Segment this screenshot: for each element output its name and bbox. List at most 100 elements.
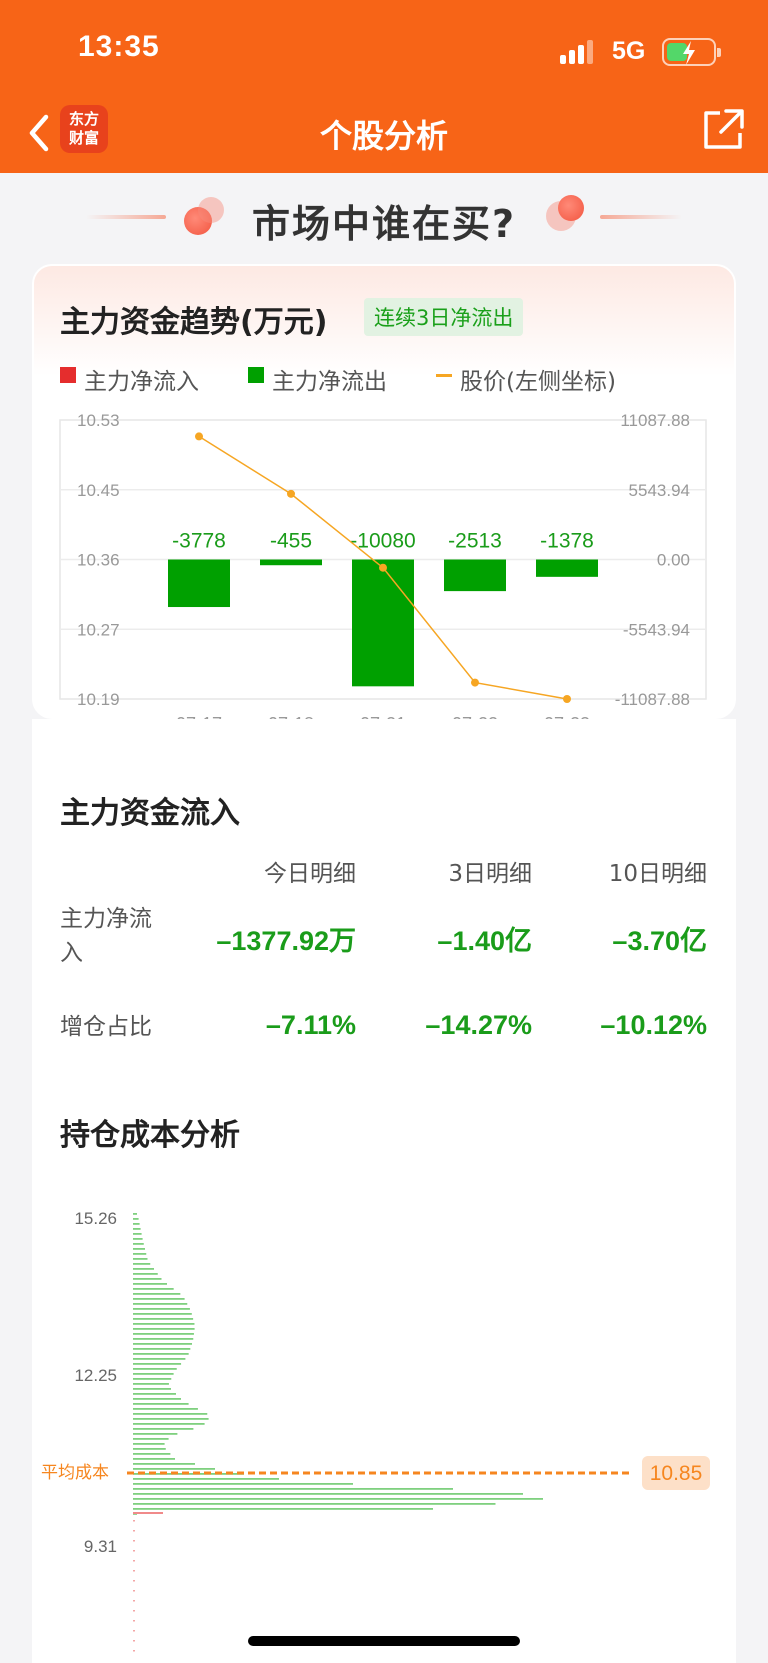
cost-distribution-bar [133,1228,141,1230]
holding-cost-title: 持仓成本分析 [60,1118,240,1153]
cost-distribution-bar [133,1318,194,1320]
cost-distribution-tick [133,1550,135,1552]
cost-distribution-bar [133,1493,523,1495]
col-header-10day: 10日明细 [608,861,707,887]
cost-distribution-bar [133,1238,143,1240]
left-axis-tick: 10.36 [77,551,120,570]
position-ratio-3day: –14.27% [425,1010,532,1040]
cost-distribution-bar [133,1483,353,1485]
left-axis-tick: 10.19 [77,690,120,709]
cost-distribution-bar [133,1423,205,1425]
left-axis-tick: 10.27 [77,620,120,639]
cost-distribution-bar [133,1383,169,1385]
status-bar: 13:35 5G [0,0,768,95]
cost-distribution-tick [133,1620,135,1622]
net-inflow-today: –1377.92万 [216,926,356,956]
outflow-bar [352,559,414,687]
outflow-bar [168,559,230,608]
nav-bar: 东方 财富 个股分析 [0,95,768,173]
cost-distribution-bar [133,1418,209,1420]
cost-distribution-bar [133,1408,198,1410]
left-axis-tick: 10.53 [77,411,120,430]
share-icon [704,109,744,149]
cost-distribution-bar [133,1213,137,1215]
share-button[interactable] [700,107,746,153]
outflow-bar [260,559,322,566]
right-axis-tick: 0.00 [657,551,690,570]
cost-distribution-tick [133,1640,135,1642]
cost-distribution-tick [133,1590,135,1592]
row-label-net-inflow: 主力净流入 [60,906,152,966]
banner-line-right [600,215,682,219]
cost-distribution-bar [133,1223,140,1225]
right-axis-tick: -5543.94 [623,620,690,639]
cost-distribution-bar [133,1363,182,1365]
cost-axis-tick: 9.31 [84,1537,117,1556]
price-point [563,695,571,703]
bar-data-label: -1378 [540,530,594,553]
section-banner: 市场中谁在买? [0,185,768,246]
cost-distribution-bar [133,1378,172,1380]
outflow-bar [536,559,598,577]
banner-ball-right [558,195,584,221]
cost-distribution-bar [133,1388,171,1390]
position-ratio-10day: –10.12% [600,1010,707,1040]
status-time: 13:35 [78,30,160,63]
cost-distribution-bar [133,1218,139,1220]
right-axis-tick: 11087.88 [620,411,690,430]
cost-distribution-bar [133,1403,189,1405]
cost-distribution-tick [133,1560,135,1562]
cost-distribution-bar [133,1413,208,1415]
bar-data-label: -455 [270,530,312,553]
cost-distribution-bar [133,1358,186,1360]
bar-data-label: -3778 [172,530,226,553]
cost-distribution-bar [133,1393,176,1395]
battery-icon [662,38,721,66]
cost-distribution-tick [133,1530,135,1532]
cost-distribution-bar [133,1283,167,1285]
cost-distribution-bar [133,1458,175,1460]
price-point [471,678,479,687]
cost-distribution-bar [133,1258,148,1260]
cost-distribution-bar [133,1263,151,1265]
avg-cost-value: 10.85 [650,1462,703,1485]
signal-icon [560,40,598,64]
cost-distribution-tick [133,1600,135,1602]
cost-distribution-bar [133,1443,165,1445]
cost-distribution-bar [133,1243,144,1245]
cost-distribution-bar [133,1313,192,1315]
home-indicator[interactable] [248,1636,520,1646]
page-title: 个股分析 [319,117,448,155]
avg-cost-label: 平均成本 [41,1463,109,1483]
col-header-3day: 3日明细 [448,861,532,887]
net-inflow-3day: –1.40亿 [437,926,532,956]
banner-title: 市场中谁在买? [251,202,517,246]
cost-distribution-bar [133,1433,178,1435]
net-inflow-10day: –3.70亿 [612,926,707,956]
price-point [379,563,387,572]
cost-distribution-bar [133,1508,433,1510]
cost-distribution-bar [133,1438,169,1440]
cost-distribution-bar [133,1343,192,1345]
cost-distribution-bar [133,1353,189,1355]
cost-distribution-tick [133,1540,135,1542]
cost-distribution-bar [133,1512,163,1514]
holding-cost-chart: 15.26 12.25 9.31 平均成本 10.85 [41,1209,710,1652]
col-header-today: 今日明细 [264,861,356,887]
cost-distribution-bar [133,1323,195,1325]
cost-distribution-tick [133,1610,135,1612]
price-point [195,432,203,441]
cost-distribution-bar [133,1288,174,1290]
fund-trend-chart: 10.53 10.45 10.36 10.27 10.19 11087.88 5543.94… [59,411,707,734]
cost-axis-tick: 15.26 [74,1209,117,1228]
cost-distribution-bar [133,1373,174,1375]
position-ratio-today: –7.11% [265,1010,356,1040]
cost-distribution-bar [133,1503,496,1505]
fund-inflow-title: 主力资金流入 [60,796,240,831]
bar-data-label: -2513 [448,530,502,553]
right-axis-tick: 5543.94 [629,481,690,500]
cost-distribution-bar [133,1348,191,1350]
cost-distribution-tick [133,1520,135,1522]
cost-distribution-bar [133,1398,181,1400]
cost-distribution-tick [133,1580,135,1582]
